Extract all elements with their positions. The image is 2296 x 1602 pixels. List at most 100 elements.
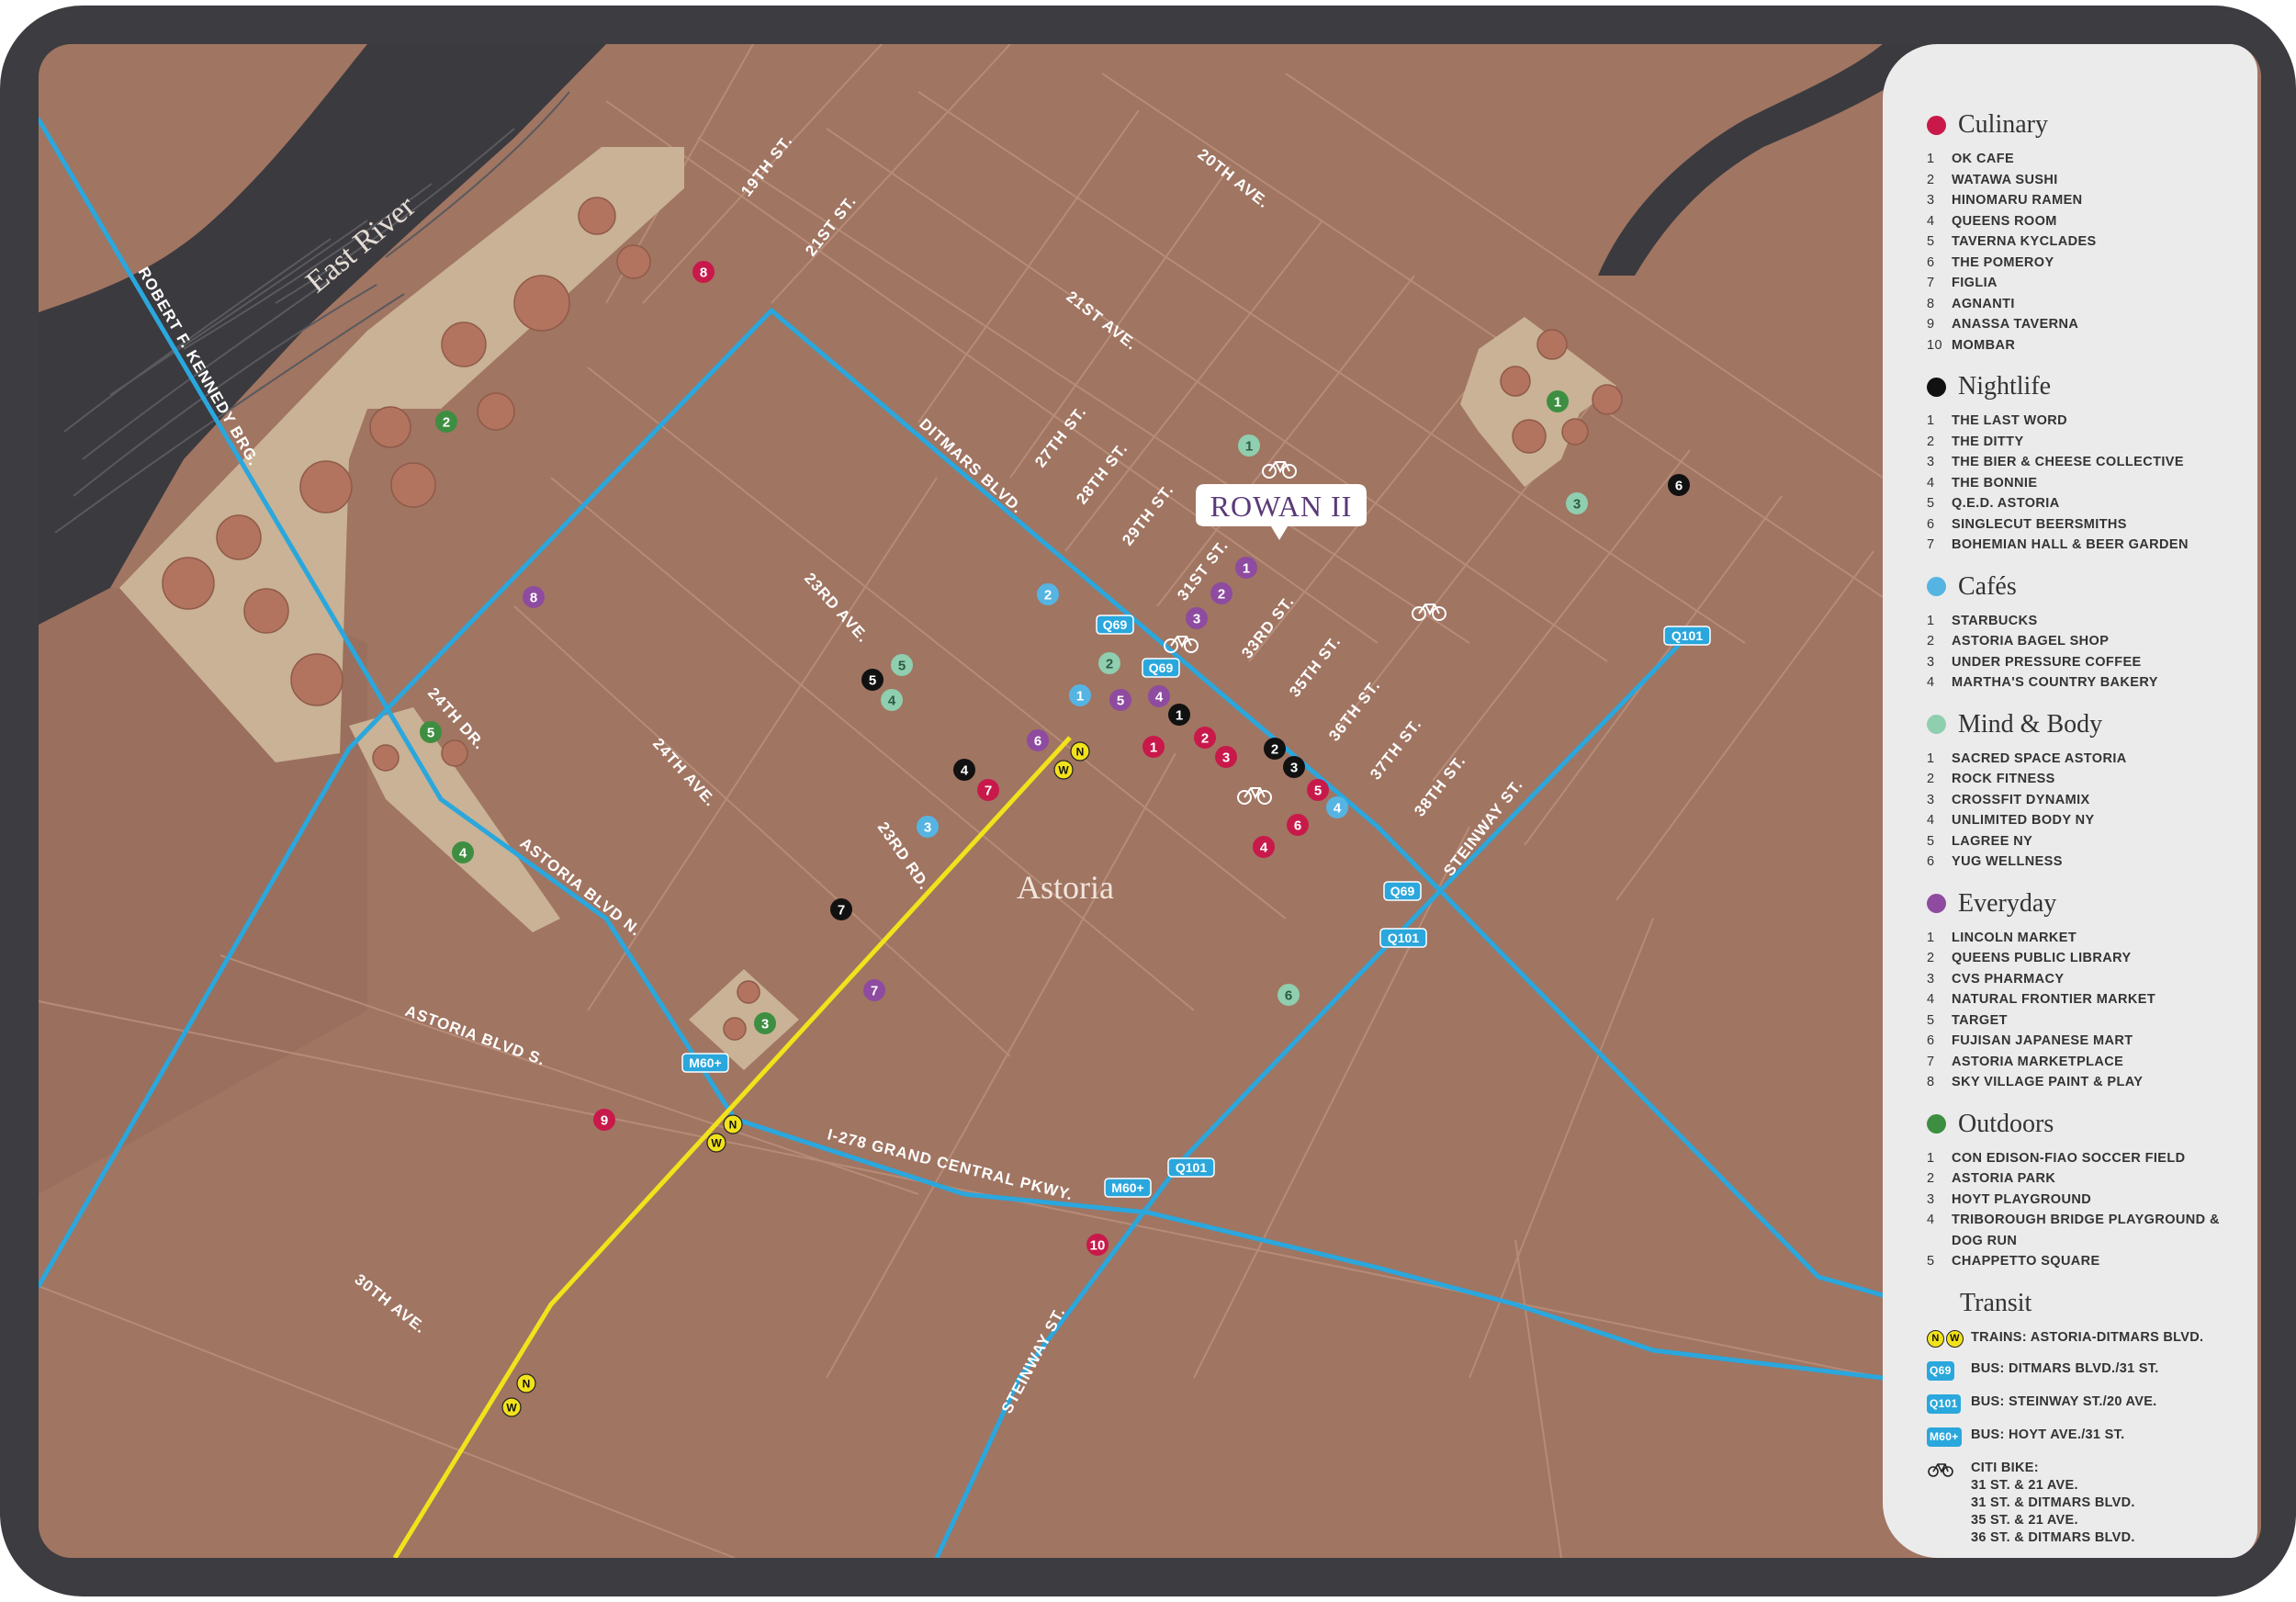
poi-marker-number: 2: [1106, 657, 1113, 672]
legend-item-label: HOYT PLAYGROUND: [1952, 1191, 2092, 1207]
poi-marker-everyday[interactable]: 1: [1235, 557, 1257, 579]
legend-item: 3 THE BIER & CHEESE COLLECTIVE: [1927, 452, 2230, 473]
legend-item: 1 OK CAFE: [1927, 149, 2230, 170]
poi-marker-outdoors[interactable]: 5: [420, 721, 442, 743]
legend-item-number: 6: [1927, 516, 1935, 532]
poi-marker-number: 6: [1294, 818, 1301, 834]
legend-item-number: 7: [1927, 276, 1935, 290]
poi-marker-mind-body[interactable]: 2: [1098, 652, 1120, 674]
bus-stop-badge[interactable]: Q69: [1096, 615, 1134, 635]
poi-marker-culinary[interactable]: 5: [1307, 779, 1329, 801]
bus-stop-badge[interactable]: Q101: [1663, 626, 1711, 646]
bike-icon: [1927, 1460, 1971, 1477]
poi-marker-outdoors[interactable]: 3: [754, 1012, 776, 1034]
train-stop-w-icon[interactable]: W: [1053, 760, 1074, 780]
legend-item-number: 3: [1927, 455, 1935, 469]
poi-marker-everyday[interactable]: 6: [1027, 729, 1049, 751]
poi-marker-mind-body[interactable]: 4: [881, 689, 903, 711]
poi-marker-culinary[interactable]: 4: [1253, 836, 1275, 858]
poi-marker-nightlife[interactable]: 5: [861, 669, 884, 691]
poi-marker-culinary[interactable]: 9: [593, 1109, 615, 1131]
poi-marker-everyday[interactable]: 5: [1109, 689, 1131, 711]
legend-item-number: 5: [1927, 234, 1935, 249]
poi-marker-mind-body[interactable]: 1: [1238, 434, 1260, 457]
poi-marker-outdoors[interactable]: 2: [435, 411, 457, 433]
poi-marker-number: 2: [1201, 731, 1209, 747]
bike-location: 31 ST. & DITMARS BLVD.: [1971, 1495, 2135, 1510]
poi-marker-number: 4: [1260, 840, 1268, 856]
poi-marker-mind-body[interactable]: 3: [1566, 492, 1588, 514]
poi-marker-cafes[interactable]: 4: [1326, 796, 1348, 818]
legend-item-number: 10: [1927, 337, 1942, 353]
poi-marker-everyday[interactable]: 8: [523, 586, 545, 608]
poi-marker-number: 3: [1193, 612, 1200, 627]
poi-marker-everyday[interactable]: 7: [863, 979, 885, 1001]
poi-marker-mind-body[interactable]: 5: [891, 654, 913, 676]
train-stop-letter: N: [729, 1119, 737, 1132]
legend-item-label: Q.E.D. ASTORIA: [1952, 496, 2060, 511]
bus-stop-badge[interactable]: M60+: [681, 1053, 729, 1073]
poi-marker-culinary[interactable]: 1: [1142, 736, 1165, 758]
legend-item-number: 1: [1927, 152, 1935, 166]
legend-item-label: WATAWA SUSHI: [1952, 172, 2058, 187]
bus-stop-badge[interactable]: Q101: [1167, 1157, 1215, 1178]
bus-badge-label: M60+: [689, 1055, 721, 1070]
category-dot-icon: [1927, 894, 1946, 913]
legend-item-label: THE DITTY: [1952, 434, 2024, 449]
poi-marker-nightlife[interactable]: 6: [1668, 474, 1690, 496]
poi-marker-cafes[interactable]: 1: [1069, 684, 1091, 706]
category-dot-icon: [1927, 577, 1946, 596]
legend-item-label: HINOMARU RAMEN: [1952, 193, 2083, 208]
legend-category-heading: Mind & Body: [1927, 710, 2230, 739]
poi-marker-nightlife[interactable]: 1: [1168, 704, 1190, 726]
legend-item: 1 CON EDISON-FIAO SOCCER FIELD: [1927, 1148, 2230, 1169]
train-n-icon: N: [1927, 1329, 1944, 1348]
legend-item: 7 BOHEMIAN HALL & BEER GARDEN: [1927, 535, 2230, 556]
legend-item-number: 2: [1927, 634, 1935, 649]
poi-marker-number: 9: [601, 1113, 608, 1129]
building-name: ROWAN II: [1210, 490, 1353, 523]
poi-marker-everyday[interactable]: 4: [1148, 685, 1170, 707]
poi-marker-nightlife[interactable]: 7: [830, 898, 852, 920]
bus-stop-badge[interactable]: Q101: [1379, 928, 1427, 948]
poi-marker-nightlife[interactable]: 2: [1264, 738, 1286, 760]
train-stop-n-icon[interactable]: N: [1070, 741, 1090, 762]
legend-item-label: CVS PHARMACY: [1952, 971, 2065, 987]
bus-stop-badge[interactable]: Q69: [1142, 658, 1180, 678]
poi-marker-outdoors[interactable]: 1: [1547, 390, 1569, 412]
poi-marker-culinary[interactable]: 2: [1194, 727, 1216, 749]
train-stop-w-icon[interactable]: W: [501, 1397, 522, 1417]
poi-marker-everyday[interactable]: 3: [1186, 607, 1208, 629]
poi-marker-outdoors[interactable]: 4: [452, 841, 474, 863]
bike-location: 31 ST. & 21 AVE.: [1971, 1477, 2078, 1493]
legend-category-title: Everyday: [1958, 888, 2057, 918]
poi-marker-nightlife[interactable]: 4: [953, 759, 975, 781]
poi-marker-cafes[interactable]: 2: [1037, 583, 1059, 605]
poi-marker-culinary[interactable]: 6: [1287, 814, 1309, 836]
legend-item-label: LINCOLN MARKET: [1952, 930, 2077, 945]
train-stop-n-icon[interactable]: N: [516, 1373, 536, 1393]
legend-category-title: Nightlife: [1958, 372, 2052, 400]
legend-item: 5 Q.E.D. ASTORIA: [1927, 493, 2230, 514]
poi-marker-mind-body[interactable]: 6: [1277, 984, 1300, 1006]
train-stop-w-icon[interactable]: W: [706, 1133, 726, 1153]
poi-marker-nightlife[interactable]: 3: [1283, 756, 1305, 778]
poi-marker-cafes[interactable]: 3: [917, 816, 939, 838]
legend-item: 1 SACRED SPACE ASTORIA: [1927, 749, 2230, 770]
poi-marker-culinary[interactable]: 8: [692, 261, 715, 283]
poi-marker-culinary[interactable]: 10: [1086, 1234, 1109, 1256]
legend-item-label: BOHEMIAN HALL & BEER GARDEN: [1952, 537, 2189, 552]
poi-marker-everyday[interactable]: 2: [1210, 582, 1232, 604]
train-stop-n-icon[interactable]: N: [723, 1114, 743, 1134]
legend-item: 10 MOMBAR: [1927, 335, 2230, 356]
bike-location: 36 ST. & DITMARS BLVD.: [1971, 1529, 2135, 1545]
legend-category-heading: Everyday: [1927, 889, 2230, 919]
poi-marker-number: 6: [1285, 988, 1292, 1004]
bus-stop-badge[interactable]: M60+: [1104, 1178, 1152, 1198]
poi-marker-number: 1: [1176, 708, 1183, 724]
poi-marker-culinary[interactable]: 3: [1215, 746, 1237, 768]
poi-marker-number: 3: [761, 1017, 769, 1032]
bus-stop-badge[interactable]: Q69: [1383, 881, 1422, 901]
poi-marker-culinary[interactable]: 7: [977, 779, 999, 801]
poi-marker-number: 8: [530, 591, 537, 606]
